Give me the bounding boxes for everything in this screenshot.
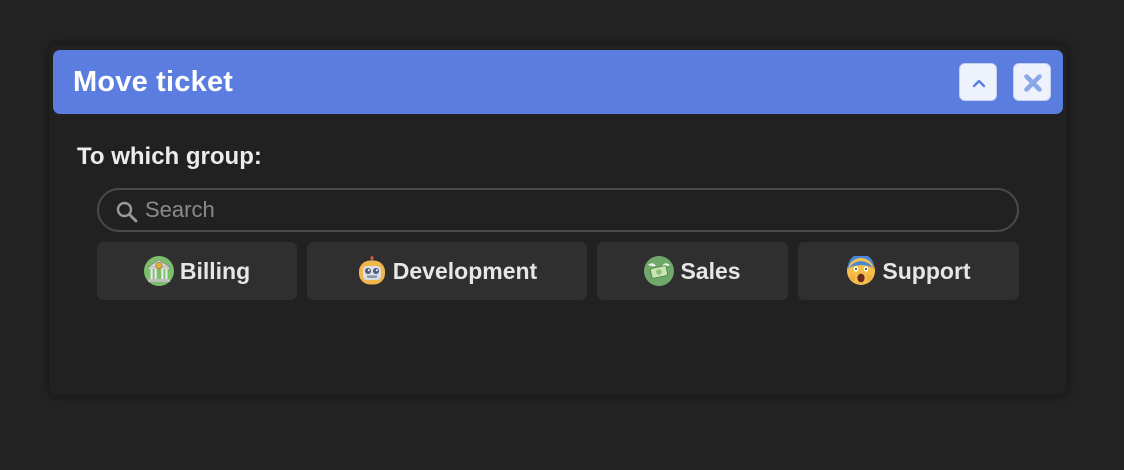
dialog-title: Move ticket [73,66,234,98]
bank-icon [143,256,174,286]
robot-icon [358,256,385,285]
group-option-billing[interactable]: Billing [97,242,297,300]
search-icon [116,201,138,223]
dialog-titlebar: Move ticket [53,50,1063,114]
search-input[interactable] [145,194,995,226]
collapse-button[interactable] [959,63,997,101]
group-label: Billing [179,257,251,284]
group-option-development[interactable]: Development [307,242,587,300]
group-label: Sales [680,257,741,284]
group-prompt-label: To which group: [77,143,262,170]
screaming-face-icon [847,256,876,285]
group-search-field[interactable] [97,188,1019,232]
group-option-sales[interactable]: Sales [597,242,788,300]
money-with-wings-icon [644,256,675,286]
move-ticket-dialog: Move ticket To which group: Search Billi… [49,45,1067,395]
close-icon [1024,74,1042,92]
chevron-up-icon [972,79,986,88]
group-option-support[interactable]: Support [798,242,1019,300]
close-button[interactable] [1013,63,1051,101]
group-label: Development [392,257,538,284]
group-label: Support [882,257,971,284]
